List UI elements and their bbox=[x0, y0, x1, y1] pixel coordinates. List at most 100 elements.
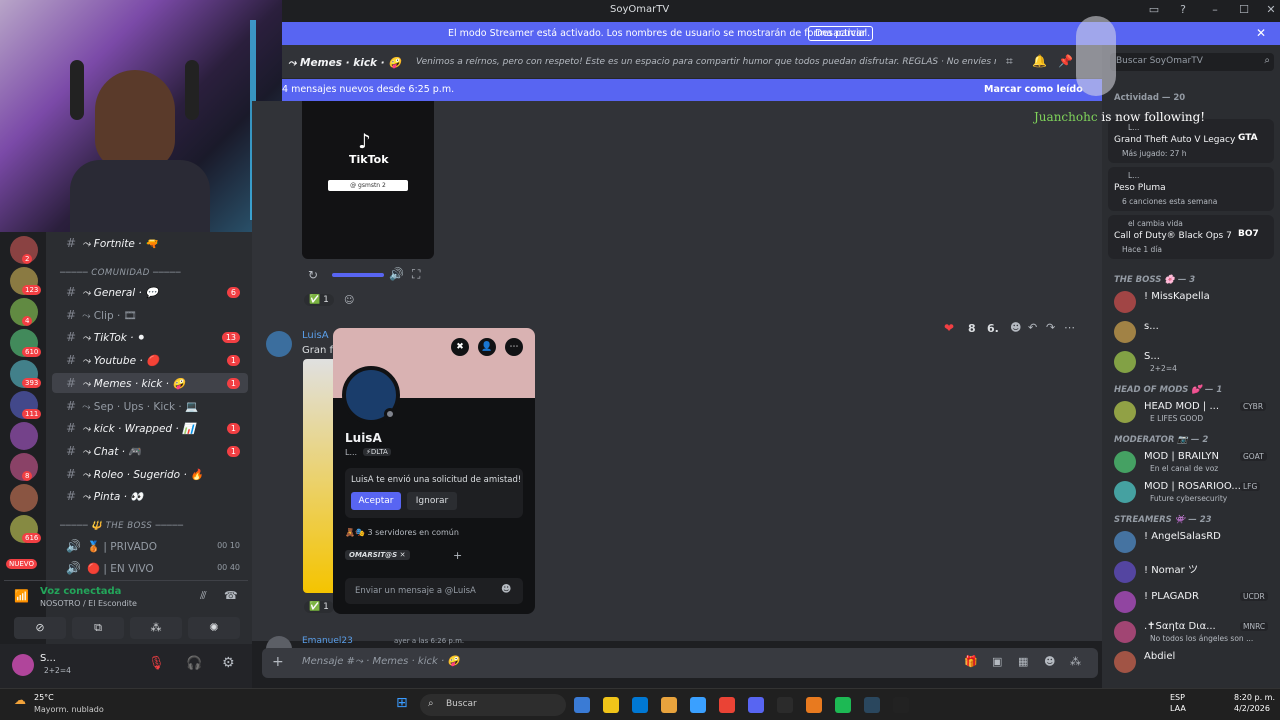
threads-icon[interactable]: ⌗ bbox=[1006, 54, 1013, 69]
forward-icon[interactable]: ↷ bbox=[1046, 321, 1055, 334]
activity-card[interactable]: L... Grand Theft Auto V Legacy Más jugado:… bbox=[1108, 119, 1274, 163]
member-name[interactable]: HEAD MOD | ... bbox=[1144, 401, 1219, 412]
reaction-check-bottom[interactable]: ✅ 1 bbox=[304, 601, 334, 613]
dm-input[interactable]: Enviar un mensaje a @LuisA ☻ bbox=[345, 578, 523, 604]
volume-icon[interactable]: 🔊 bbox=[389, 267, 404, 281]
member-name[interactable]: ! AngelSalasRD bbox=[1144, 531, 1221, 542]
member-name[interactable]: MOD | BRAILYN bbox=[1144, 451, 1219, 462]
member-avatar[interactable] bbox=[1114, 651, 1136, 673]
clock-time[interactable]: 8:20 p. m. bbox=[1234, 693, 1275, 702]
member-name[interactable]: ! PLAGADR bbox=[1144, 591, 1199, 602]
member-avatar[interactable] bbox=[1114, 401, 1136, 423]
taskbar-app-icon[interactable] bbox=[835, 697, 851, 713]
gif-icon[interactable]: ▣ bbox=[992, 655, 1002, 668]
pin-icon[interactable]: 📌 bbox=[1058, 54, 1073, 68]
taskbar-app-icon[interactable] bbox=[806, 697, 822, 713]
close-banner-icon[interactable]: ✕ bbox=[1256, 26, 1266, 40]
member-avatar[interactable] bbox=[1114, 591, 1136, 613]
more-options-icon[interactable]: ⋯ bbox=[505, 338, 523, 356]
share-screen-button[interactable]: ⧉ bbox=[72, 617, 124, 639]
reaction-check[interactable]: ✅ 1 bbox=[304, 294, 334, 306]
voice-location[interactable]: NOSOTRO / El Escondite bbox=[40, 599, 137, 608]
fullscreen-icon[interactable]: ⛶ bbox=[412, 267, 420, 282]
add-role-icon[interactable]: + bbox=[453, 549, 462, 562]
channel-item[interactable]: # ⤳ Clip · 🎞 bbox=[52, 305, 248, 325]
sticker-icon[interactable]: ▦ bbox=[1018, 655, 1028, 668]
weather-temp[interactable]: 25°C bbox=[34, 693, 54, 702]
member-name[interactable]: S... bbox=[1144, 351, 1160, 362]
apps-icon[interactable]: ⁂ bbox=[1070, 655, 1081, 668]
member-avatar[interactable] bbox=[1114, 531, 1136, 553]
ignore-button[interactable]: Ignorar bbox=[407, 492, 457, 510]
server-icon[interactable] bbox=[10, 484, 38, 512]
taskbar-app-icon[interactable] bbox=[864, 697, 880, 713]
channel-item[interactable]: # ⤳ TikTok · ⚫ 13 bbox=[52, 327, 248, 347]
message-composer[interactable]: + Mensaje #⤳ · Memes · kick · 🤪 🎁 ▣ ▦ ☻ … bbox=[262, 648, 1098, 678]
disconnect-icon[interactable]: ☎ bbox=[224, 589, 238, 602]
minimize-button[interactable]: – bbox=[1208, 3, 1222, 17]
member-avatar[interactable] bbox=[1114, 321, 1136, 343]
deafen-icon[interactable]: 🎧 bbox=[186, 656, 202, 671]
upload-plus-icon[interactable]: + bbox=[272, 654, 284, 670]
taskbar-app-icon[interactable] bbox=[719, 697, 735, 713]
mark-as-read-button[interactable]: Marcar como leído bbox=[984, 84, 1083, 95]
category-the-boss[interactable]: ───── 🔱 THE BOSS ───── bbox=[60, 521, 184, 531]
server-tag-chip[interactable]: OMARSIT@S ✕ bbox=[345, 550, 410, 560]
taskbar-app-icon[interactable] bbox=[632, 697, 648, 713]
gift-icon[interactable]: 🎁 bbox=[964, 655, 978, 668]
emoji-icon-composer[interactable]: ☻ bbox=[1044, 655, 1055, 668]
mutual-servers[interactable]: 🧸🎭 3 servidores en común bbox=[345, 528, 459, 537]
channel-item[interactable]: # ⤳ Chat · 🎮 1 bbox=[52, 441, 248, 461]
taskbar-app-icon[interactable] bbox=[893, 697, 909, 713]
member-name[interactable]: .✝Sαηtα Dια... bbox=[1144, 621, 1216, 632]
member-avatar[interactable] bbox=[1114, 291, 1136, 313]
channel-item[interactable]: # ⤳ Memes · kick · 🤪 1 bbox=[52, 372, 248, 393]
activity-card[interactable]: L... Peso Pluma 6 canciones esta semana bbox=[1108, 167, 1274, 211]
channel-item[interactable]: # ⤳ Pinta · 👀 bbox=[52, 486, 248, 506]
taskbar-search[interactable]: ⌕ Buscar bbox=[420, 694, 566, 716]
help-icon[interactable]: ? bbox=[1176, 3, 1190, 17]
member-avatar[interactable] bbox=[1114, 451, 1136, 473]
search-input[interactable]: Buscar SoyOmarTV ⌕ bbox=[1110, 53, 1274, 71]
camera-off-button[interactable]: ⊘ bbox=[14, 617, 66, 639]
member-avatar[interactable] bbox=[1114, 351, 1136, 373]
inbox-icon[interactable]: ▭ bbox=[1147, 3, 1161, 17]
remove-friend-icon[interactable]: ✖ bbox=[451, 338, 469, 356]
message-image[interactable] bbox=[303, 359, 337, 593]
taskbar-app-icon[interactable] bbox=[661, 697, 677, 713]
message-author[interactable]: LuisA bbox=[302, 330, 329, 341]
channel-item[interactable]: # ⤳ Youtube · 🔴 1 bbox=[52, 350, 248, 370]
author-avatar[interactable] bbox=[266, 331, 292, 357]
channel-fortnite[interactable]: # ⤳ Fortnite · 🔫 bbox=[52, 233, 248, 253]
mute-icon[interactable]: 🎙 bbox=[148, 656, 165, 671]
voice-channel-en-vivo[interactable]: 🔊 🔴 | EN VIVO 00 40 bbox=[52, 558, 248, 578]
next-author[interactable]: Emanuel23 bbox=[302, 636, 353, 646]
new-messages-bar[interactable]: 4 mensajes nuevos desde 6:25 p.m. Marcar… bbox=[282, 79, 1102, 101]
taskbar-app-icon[interactable] bbox=[690, 697, 706, 713]
tiktok-video-embed[interactable]: ♪ TikTok @ gsmstn 2 bbox=[302, 101, 434, 259]
member-name[interactable]: ! MissKapella bbox=[1144, 291, 1210, 302]
channel-item[interactable]: # ⤳ Sep · Ups · Kick · 💻 bbox=[52, 396, 248, 416]
start-icon[interactable]: ⊞ bbox=[396, 695, 408, 711]
member-avatar[interactable] bbox=[1114, 561, 1136, 583]
member-name[interactable]: s... bbox=[1144, 321, 1159, 332]
maximize-button[interactable]: ☐ bbox=[1237, 3, 1251, 17]
channel-item[interactable]: # ⤳ Roleo · Sugerido · 🔥 bbox=[52, 464, 248, 484]
emoji-picker-icon[interactable]: ☻ bbox=[501, 584, 511, 595]
member-avatar[interactable] bbox=[1114, 621, 1136, 643]
close-button[interactable]: ✕ bbox=[1264, 3, 1278, 17]
taskbar-app-icon[interactable] bbox=[603, 697, 619, 713]
accept-button[interactable]: Aceptar bbox=[351, 492, 401, 510]
member-avatar[interactable] bbox=[1114, 481, 1136, 503]
heart-reaction-icon[interactable]: ❤ bbox=[944, 321, 954, 335]
notification-bell-icon[interactable]: 🔔 bbox=[1032, 54, 1047, 68]
noise-suppression-icon[interactable]: ⫻ bbox=[200, 589, 207, 603]
server-icon[interactable] bbox=[10, 422, 38, 450]
settings-gear-icon[interactable]: ⚙ bbox=[222, 655, 235, 671]
user-avatar[interactable] bbox=[12, 654, 34, 676]
channel-item[interactable]: # ⤳ General · 💬 6 bbox=[52, 282, 248, 302]
voice-channel-privado[interactable]: 🔊 🥉 | PRIVADO 00 10 bbox=[52, 536, 248, 556]
category-comunidad[interactable]: ───── COMUNIDAD ───── bbox=[60, 268, 181, 278]
taskbar-app-icon[interactable] bbox=[574, 697, 590, 713]
add-friend-icon[interactable]: 👤 bbox=[478, 338, 496, 356]
